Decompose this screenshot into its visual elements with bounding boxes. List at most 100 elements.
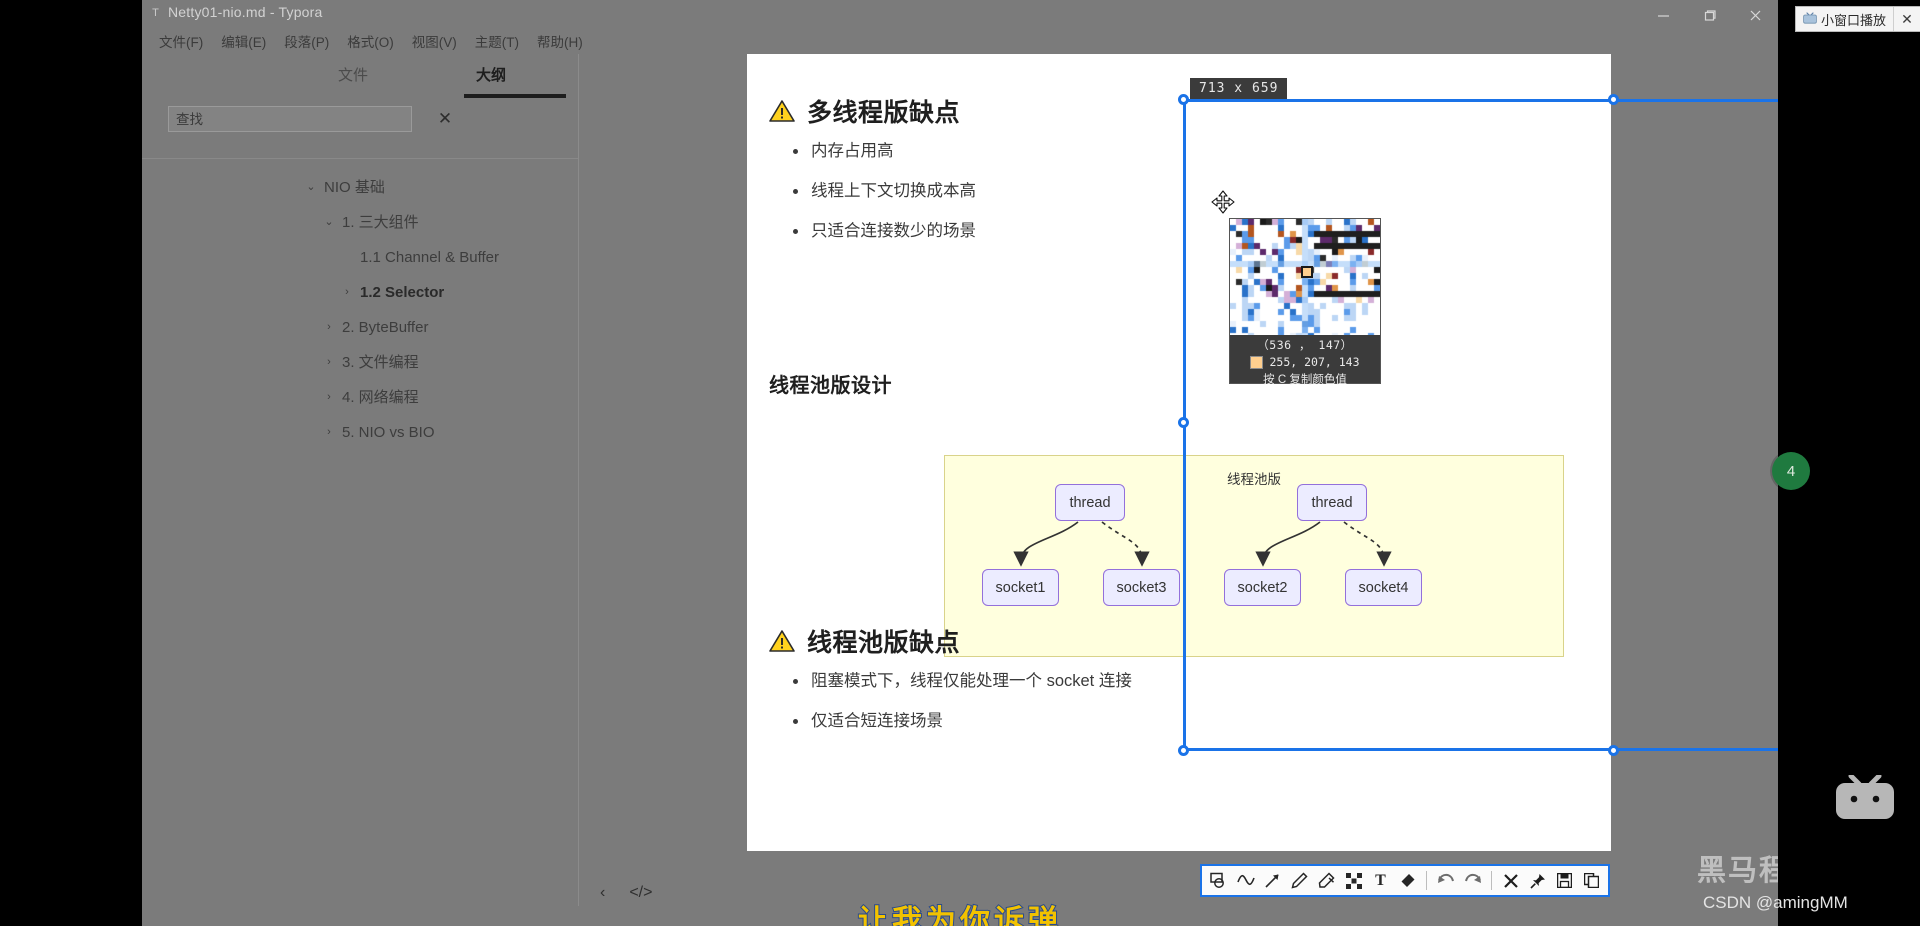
typora-icon: T (152, 7, 159, 19)
pin-icon[interactable] (1525, 867, 1550, 894)
maximize-button[interactable] (1686, 0, 1732, 30)
search-row: ✕ (142, 106, 578, 146)
menu-edit[interactable]: 编辑(E) (212, 28, 275, 54)
chevron-icon[interactable]: ⌄ (322, 205, 336, 240)
outline-item[interactable]: 1.1 Channel & Buffer (142, 240, 578, 275)
outline-item-label: 2. ByteBuffer (342, 319, 429, 336)
diagram-edges (1013, 521, 1392, 567)
outline-item[interactable]: ⌄ 1. 三大组件 (142, 205, 578, 240)
chevron-icon[interactable]: › (322, 345, 336, 380)
small-window-label-row[interactable]: 小窗口播放 (1796, 10, 1893, 29)
tab-files[interactable]: 文件 (338, 64, 368, 85)
csdn-credit: CSDN @amingMM (1703, 893, 1848, 912)
tv-icon (1803, 11, 1817, 27)
close-button[interactable] (1732, 0, 1778, 30)
sidebar: 文件 大纲 ✕ ⌄ NIO 基础 ⌄ 1. 三大组件 1.1 Channel & Buf… (142, 54, 579, 906)
list-item: 内存占用高 (789, 131, 976, 171)
menu-bar: 文件(F) 编辑(E) 段落(P) 格式(O) 视图(V) 主题(T) 帮助(H… (142, 28, 592, 54)
copy-icon[interactable] (1579, 867, 1604, 894)
captured-region: 多线程版缺点 内存占用高 线程上下文切换成本高 只适合连接数少的场景 线程池版设… (747, 54, 1611, 851)
divider (142, 158, 578, 159)
save-icon[interactable] (1552, 867, 1577, 894)
chevron-icon[interactable]: › (322, 310, 336, 345)
warning-icon (769, 99, 795, 123)
video-screen: T Netty01-nio.md - Typora 文件(F) 编辑(E) 段落… (142, 0, 1778, 926)
small-window-label: 小窗口播放 (1821, 12, 1887, 28)
window-controls (1640, 0, 1778, 30)
arrow-tool-icon[interactable] (1260, 867, 1285, 894)
magnifier-info: （536 ， 147） 255, 207, 143 按 C 复制颜色值 (1230, 335, 1380, 386)
magnifier-rgb-row: 255, 207, 143 (1230, 355, 1380, 369)
menu-view[interactable]: 视图(V) (403, 28, 466, 54)
outline-item[interactable]: ⌄ NIO 基础 (142, 170, 578, 205)
menu-file[interactable]: 文件(F) (150, 28, 212, 54)
outline-item-label: 1.1 Channel & Buffer (360, 249, 499, 266)
menu-format[interactable]: 格式(O) (338, 28, 403, 54)
pen-tool-icon[interactable] (1287, 867, 1312, 894)
cancel-icon[interactable] (1498, 867, 1523, 894)
color-picker-magnifier: （536 ， 147） 255, 207, 143 按 C 复制颜色值 (1229, 218, 1381, 386)
menu-theme[interactable]: 主题(T) (466, 28, 528, 54)
page-title-3: 线程池版缺点 (769, 623, 960, 659)
document-pane[interactable]: 多线程版缺点 内存占用高 线程上下文切换成本高 只适合连接数少的场景 线程池版设… (579, 54, 1778, 906)
sidebar-tabs: 文件 大纲 (142, 54, 578, 100)
outline-item-label: 3. 文件编程 (342, 354, 419, 371)
separator (1491, 871, 1492, 890)
magnifier-rgb-value: 255, 207, 143 (1269, 355, 1360, 369)
thread-pool-diagram: 线程池版 thread thread socket1 socket3 socke… (944, 455, 1564, 657)
tab-active-indicator (464, 94, 566, 98)
highlighter-tool-icon[interactable] (1314, 867, 1339, 894)
search-input[interactable] (168, 106, 412, 132)
outline-item-label: NIO 基础 (324, 179, 385, 196)
separator (1426, 871, 1427, 890)
rect-select-tool-icon[interactable] (1206, 867, 1231, 894)
color-swatch (1250, 355, 1264, 369)
menu-paragraph[interactable]: 段落(P) (275, 28, 338, 54)
magnifier-target-pixel (1301, 266, 1313, 278)
screenshot-toolbar: T (1200, 864, 1610, 897)
window-title: Netty01-nio.md - Typora (168, 4, 323, 20)
text-tool-icon[interactable]: T (1368, 867, 1393, 894)
outline-item-label: 4. 网络编程 (342, 389, 419, 406)
list-item: 只适合连接数少的场景 (789, 211, 976, 251)
squiggle-tool-icon[interactable] (1233, 867, 1258, 894)
close-icon[interactable]: ✕ (1893, 7, 1920, 31)
tab-outline[interactable]: 大纲 (476, 64, 506, 85)
bullet-list-1: 内存占用高 线程上下文切换成本高 只适合连接数少的场景 (789, 131, 976, 251)
eraser-tool-icon[interactable] (1395, 867, 1420, 894)
notification-badge[interactable]: 4 (1772, 452, 1810, 490)
chevron-icon[interactable]: › (322, 380, 336, 415)
move-cursor (1211, 190, 1235, 219)
bullet-list-2: 阻塞模式下，线程仅能处理一个 socket 连接 仅适合短连接场景 (789, 661, 1132, 741)
outline-list: ⌄ NIO 基础 ⌄ 1. 三大组件 1.1 Channel & Buffer › 1.2 … (142, 170, 578, 450)
video-subtitle: 让我为你诉弹 (857, 904, 1062, 926)
undo-icon[interactable] (1433, 867, 1458, 894)
menu-help[interactable]: 帮助(H) (528, 28, 592, 54)
chevron-icon[interactable]: ⌄ (304, 170, 318, 205)
close-icon[interactable]: ✕ (432, 106, 458, 132)
minimize-button[interactable] (1640, 0, 1686, 30)
heading-text: 多线程版缺点 (807, 99, 961, 127)
watermark: 黑马程序员 bilibili (1697, 847, 1778, 889)
page-title-2: 线程池版设计 (769, 375, 892, 397)
outline-item[interactable]: › 1.2 Selector (142, 275, 578, 310)
outline-item[interactable]: › 4. 网络编程 (142, 380, 578, 415)
selection-size-badge: 713 x 659 (1190, 78, 1288, 99)
small-window-popup[interactable]: 小窗口播放 ✕ (1795, 6, 1920, 32)
outline-item-label: 1.2 Selector (360, 284, 445, 301)
magnifier-hint: 按 C 复制颜色值 (1263, 374, 1347, 386)
title-bar: T Netty01-nio.md - Typora (142, 0, 1778, 30)
magnifier-coordinates: （536 ， 147） (1257, 338, 1353, 352)
outline-item[interactable]: › 2. ByteBuffer (142, 310, 578, 345)
mosaic-tool-icon[interactable] (1341, 867, 1366, 894)
page-title-1: 多线程版缺点 (769, 93, 960, 129)
chevron-icon[interactable]: › (322, 415, 336, 450)
outline-item-label: 5. NIO vs BIO (342, 424, 435, 441)
chevron-icon[interactable]: › (340, 275, 354, 310)
watermark-text: 黑马程序员 (1697, 855, 1778, 887)
outline-item[interactable]: › 3. 文件编程 (142, 345, 578, 380)
heading-text: 线程池版缺点 (807, 629, 961, 657)
warning-icon (769, 629, 795, 653)
redo-icon[interactable] (1460, 867, 1485, 894)
outline-item[interactable]: › 5. NIO vs BIO (142, 415, 578, 450)
